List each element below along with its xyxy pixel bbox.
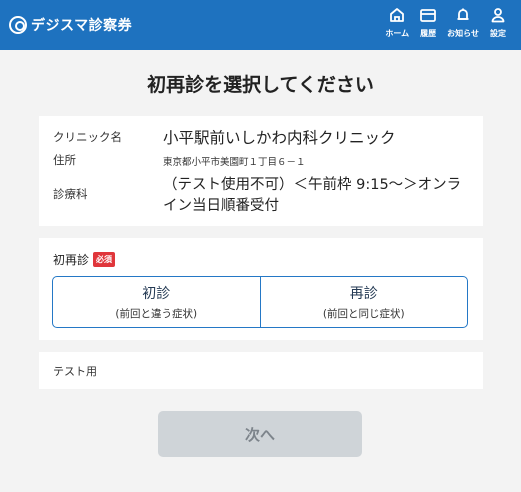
return-visit-option[interactable]: 再診 (前回と同じ症状): [259, 277, 468, 327]
clinic-name: 小平駅前いしかわ内科クリニック: [163, 129, 396, 147]
return-visit-title: 再診: [349, 286, 378, 302]
visit-type-label: 初再診: [53, 253, 90, 267]
required-badge: 必須: [93, 252, 116, 267]
brand[interactable]: デジスマ診察券: [9, 15, 132, 35]
nav-home[interactable]: ホーム: [385, 6, 409, 39]
page-title: 初再診を選択してください: [147, 74, 374, 96]
visit-type-toggle: 初診 (前回と違う症状) 再診 (前回と同じ症状): [52, 276, 468, 328]
first-visit-option[interactable]: 初診 (前回と違う症状): [53, 277, 260, 327]
note-text: テスト用: [53, 365, 97, 378]
nav-notifications[interactable]: お知らせ: [447, 6, 479, 39]
clinic-label: クリニック名: [53, 130, 122, 144]
next-button[interactable]: 次へ: [158, 411, 362, 457]
visit-type-label-row: 初再診 必須: [53, 251, 116, 268]
department-value: （テスト使用不可）＜午前枠 9:15〜＞オンライン当日順番受付: [163, 177, 462, 214]
home-icon: [388, 6, 406, 24]
nav-settings-label: 設定: [490, 29, 506, 38]
user-icon: [489, 6, 507, 24]
clinic-info-card: クリニック名 小平駅前いしかわ内科クリニック 住所 東京都小平市美園町１丁目６－…: [39, 116, 483, 226]
return-visit-subtitle: (前回と同じ症状): [322, 308, 405, 320]
header-nav: ホーム 履歴 お知らせ 設定: [375, 6, 507, 39]
brand-name: デジスマ診察券: [31, 18, 133, 34]
clinic-address: 東京都小平市美園町１丁目６－１: [163, 157, 306, 168]
nav-history-label: 履歴: [420, 29, 437, 38]
card-icon: [419, 6, 437, 24]
first-visit-subtitle: (前回と違う症状): [115, 308, 198, 320]
note-card: テスト用: [39, 352, 483, 389]
address-label: 住所: [53, 153, 76, 167]
first-visit-title: 初診: [142, 286, 171, 302]
visit-type-card: 初再診 必須 初診 (前回と違う症状) 再診 (前回と同じ症状): [39, 238, 483, 340]
nav-history[interactable]: 履歴: [419, 6, 437, 39]
brand-logo-icon: [9, 16, 27, 34]
nav-settings[interactable]: 設定: [489, 6, 507, 39]
nav-notifications-label: お知らせ: [447, 29, 479, 38]
bell-icon: [454, 6, 472, 24]
nav-home-label: ホーム: [385, 29, 410, 38]
app-header: デジスマ診察券 ホーム 履歴 お知らせ 設定: [0, 0, 521, 50]
department-label: 診療科: [53, 187, 88, 201]
